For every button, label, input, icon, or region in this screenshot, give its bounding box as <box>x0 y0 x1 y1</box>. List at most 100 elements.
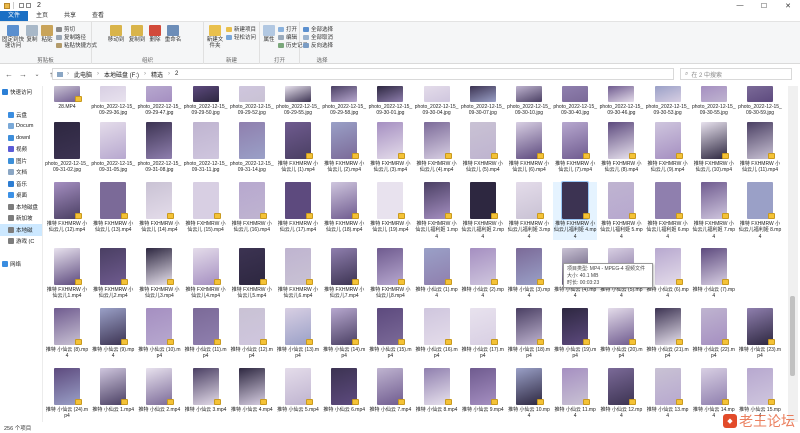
file-item[interactable]: 推特 FXHMRW 小仙云儿 (19).mp4 <box>368 182 412 234</box>
file-item[interactable]: 推特 小仙云 (20).mp4 <box>599 308 643 360</box>
file-item[interactable]: photo_2022-12-15_09-30-55.jpg <box>692 86 736 117</box>
file-item[interactable]: 推特 小仙云 9.mp4 <box>461 368 505 413</box>
file-item[interactable]: photo_2022-12-15_09-30-10.jpg <box>507 86 551 117</box>
file-item[interactable]: 推特 FXHMRW 小仙云儿7.mp4 <box>322 248 366 300</box>
file-item[interactable]: 推特 FXHMRW 小仙云儿福利姬 6.mp4 <box>646 182 690 240</box>
move-to-button[interactable]: 移动到 <box>106 25 126 43</box>
file-item[interactable]: 推特 FXHMRW 小仙云儿 (15).mp4 <box>184 182 228 234</box>
file-item[interactable]: 推特 FXHMRW 小仙云儿 (5).mp4 <box>461 122 505 174</box>
delete-button[interactable]: 删除 <box>148 25 162 43</box>
file-item[interactable]: photo_2022-12-15_09-29-55.jpg <box>276 86 320 117</box>
nav-item[interactable]: 网络 <box>0 259 42 271</box>
file-item[interactable]: 推特 小仙云 11.mp4 <box>553 368 597 420</box>
file-item[interactable]: 推特 FXHMRW 小仙云儿福利姬 4.mp4 <box>553 181 598 240</box>
file-item[interactable]: 推特 小仙云 6.mp4 <box>322 368 366 413</box>
file-item[interactable]: 推特 小仙云 (24).mp4 <box>45 368 89 420</box>
nav-item[interactable] <box>0 247 42 259</box>
back-arrow-icon[interactable]: ← <box>4 69 14 79</box>
file-item[interactable]: 推特 小仙云 12.mp4 <box>599 368 643 420</box>
open-button[interactable]: 打开 <box>278 25 297 33</box>
properties-button[interactable]: 属性 <box>262 25 276 43</box>
file-item[interactable]: 推特 小仙云 1.mp4 <box>91 368 135 413</box>
file-item[interactable]: photo_2022-12-15_09-30-53.jpg <box>646 86 690 117</box>
nav-item[interactable]: 新加坡 <box>0 213 42 225</box>
file-item[interactable]: 推特 小仙云 (19).mp4 <box>553 308 597 360</box>
file-item[interactable]: 推特 FXHMRW 小仙云儿 (11).mp4 <box>738 122 782 174</box>
file-item[interactable]: 推特 FXHMRW 小仙云儿 (13).mp4 <box>91 182 135 234</box>
file-item[interactable]: 推特 小仙云 (9).mp4 <box>91 308 135 360</box>
easy-access-button[interactable]: 轻松访问 <box>226 33 256 41</box>
file-item[interactable]: 推特 FXHMRW 小仙云儿福利姬 2.mp4 <box>461 182 505 240</box>
file-item[interactable]: 推特 FXHMRW 小仙云儿福利姬 3.mp4 <box>507 182 551 240</box>
nav-item[interactable]: 云盘 <box>0 109 42 121</box>
file-item[interactable]: 推特 FXHMRW 小仙云儿6.mp4 <box>276 248 320 300</box>
tab-home[interactable]: 主页 <box>28 11 56 21</box>
file-item[interactable]: 推特 FXHMRW 小仙云儿 (6).mp4 <box>507 122 551 174</box>
file-item[interactable]: 推特 小仙云 8.mp4 <box>415 368 459 413</box>
new-item-button[interactable]: 新建项目 <box>226 25 256 33</box>
file-item[interactable]: 推特 小仙云 (1).mp4 <box>415 248 459 300</box>
file-item[interactable]: 推特 FXHMRW 小仙云儿 (18).mp4 <box>322 182 366 234</box>
maximize-button[interactable]: ☐ <box>752 0 776 11</box>
file-item[interactable]: photo_2022-12-15_09-29-47.jpg <box>137 86 181 117</box>
nav-item[interactable]: 图片 <box>0 155 42 167</box>
file-item[interactable]: 推特 FXHMRW 小仙云儿 (14).mp4 <box>137 182 181 234</box>
breadcrumb-featured[interactable]: 精选 <box>151 70 163 79</box>
copy-to-button[interactable]: 复制到 <box>127 25 147 43</box>
close-button[interactable]: ✕ <box>776 0 800 11</box>
nav-item[interactable]: 视频 <box>0 144 42 156</box>
file-item[interactable]: 推特 FXHMRW 小仙云儿 (8).mp4 <box>599 122 643 174</box>
file-item[interactable]: photo_2022-12-15_09-31-14.jpg <box>230 122 274 174</box>
file-item[interactable]: 推特 小仙云 (7).mp4 <box>692 248 736 300</box>
file-item[interactable] <box>738 248 782 287</box>
tab-view[interactable]: 查看 <box>84 11 112 21</box>
file-item[interactable]: 推特 FXHMRW 小仙云儿3.mp4 <box>137 248 181 300</box>
nav-item[interactable]: 文档 <box>0 167 42 179</box>
file-item[interactable]: photo_2022-12-15_09-29-50.jpg <box>184 86 228 117</box>
file-item[interactable]: 推特 小仙云 (2).mp4 <box>461 248 505 300</box>
nav-item[interactable]: 游戏 (C <box>0 236 42 248</box>
file-item[interactable]: photo_2022-12-15_09-30-46.jpg <box>599 86 643 117</box>
file-item[interactable]: 推特 小仙云 (10).mp4 <box>137 308 181 360</box>
tab-share[interactable]: 共享 <box>56 11 84 21</box>
file-item[interactable]: photo_2022-12-15_09-30-01.jpg <box>368 86 412 117</box>
file-item[interactable]: photo_2022-12-15_09-30-04.jpg <box>415 86 459 117</box>
file-item[interactable]: 推特 FXHMRW 小仙云儿 (2).mp4 <box>322 122 366 174</box>
nav-item[interactable]: 音乐 <box>0 178 42 190</box>
file-item[interactable]: 推特 FXHMRW 小仙云儿 (12).mp4 <box>45 182 89 234</box>
nav-item[interactable]: 本地磁 <box>0 224 42 236</box>
file-item[interactable]: 推特 小仙云 3.mp4 <box>184 368 228 413</box>
file-item[interactable]: photo_2022-12-15_09-31-05.jpg <box>91 122 135 174</box>
file-item[interactable]: 推特 FXHMRW 小仙云儿 (9).mp4 <box>646 122 690 174</box>
tab-file[interactable]: 文件 <box>0 11 29 21</box>
nav-item[interactable]: Docum <box>0 121 42 133</box>
file-item[interactable]: 推特 小仙云 (11).mp4 <box>184 308 228 360</box>
file-item[interactable]: 推特 FXHMRW 小仙云儿福利姬 7.mp4 <box>692 182 736 240</box>
file-item[interactable]: 推特 小仙云 (15).mp4 <box>368 308 412 360</box>
select-none-button[interactable]: 全部取消 <box>303 33 333 41</box>
file-item[interactable]: 推特 小仙云 10.mp4 <box>507 368 551 420</box>
breadcrumb-this-pc[interactable]: 此电脑 <box>74 70 92 79</box>
file-item[interactable]: 推特 FXHMRW 小仙云儿福利姬 5.mp4 <box>599 182 643 240</box>
address-bar[interactable]: › 此电脑 › 本地磁盘 (F:) › 精选 › 2 <box>52 68 674 80</box>
forward-arrow-icon[interactable]: → <box>18 69 28 79</box>
file-item[interactable]: 推特 小仙云 4.mp4 <box>230 368 274 413</box>
file-item[interactable]: 推特 FXHMRW 小仙云儿8.mp4 <box>368 248 412 300</box>
file-item[interactable]: 推特 FXHMRW 小仙云儿福利姬 8.mp4 <box>738 182 782 240</box>
file-item[interactable]: 推特 小仙云 (3).mp4 <box>507 248 551 300</box>
nav-item[interactable] <box>0 98 42 110</box>
file-item[interactable]: 推特 FXHMRW 小仙云儿 (7).mp4 <box>553 122 597 174</box>
file-item[interactable]: 推特 FXHMRW 小仙云儿5.mp4 <box>230 248 274 300</box>
nav-item[interactable]: downl <box>0 132 42 144</box>
file-item[interactable]: 推特 小仙云 (21).mp4 <box>646 308 690 360</box>
file-item[interactable]: 推特 小仙云 13.mp4 <box>646 368 690 420</box>
file-item[interactable]: photo_2022-12-15_09-29-36.jpg <box>91 86 135 117</box>
file-item[interactable]: photo_2022-12-15_09-31-02.jpg <box>45 122 89 174</box>
file-item[interactable]: 推特 小仙云 (14).mp4 <box>322 308 366 360</box>
vertical-scrollbar[interactable] <box>788 86 798 422</box>
nav-item[interactable]: 桌面 <box>0 190 42 202</box>
nav-item[interactable]: 快速访问 <box>0 86 42 98</box>
file-item[interactable]: photo_2022-12-15_09-29-58.jpg <box>322 86 366 117</box>
file-item[interactable]: 推特 小仙云 5.mp4 <box>276 368 320 413</box>
file-item[interactable]: 推特 小仙云 (12).mp4 <box>230 308 274 360</box>
